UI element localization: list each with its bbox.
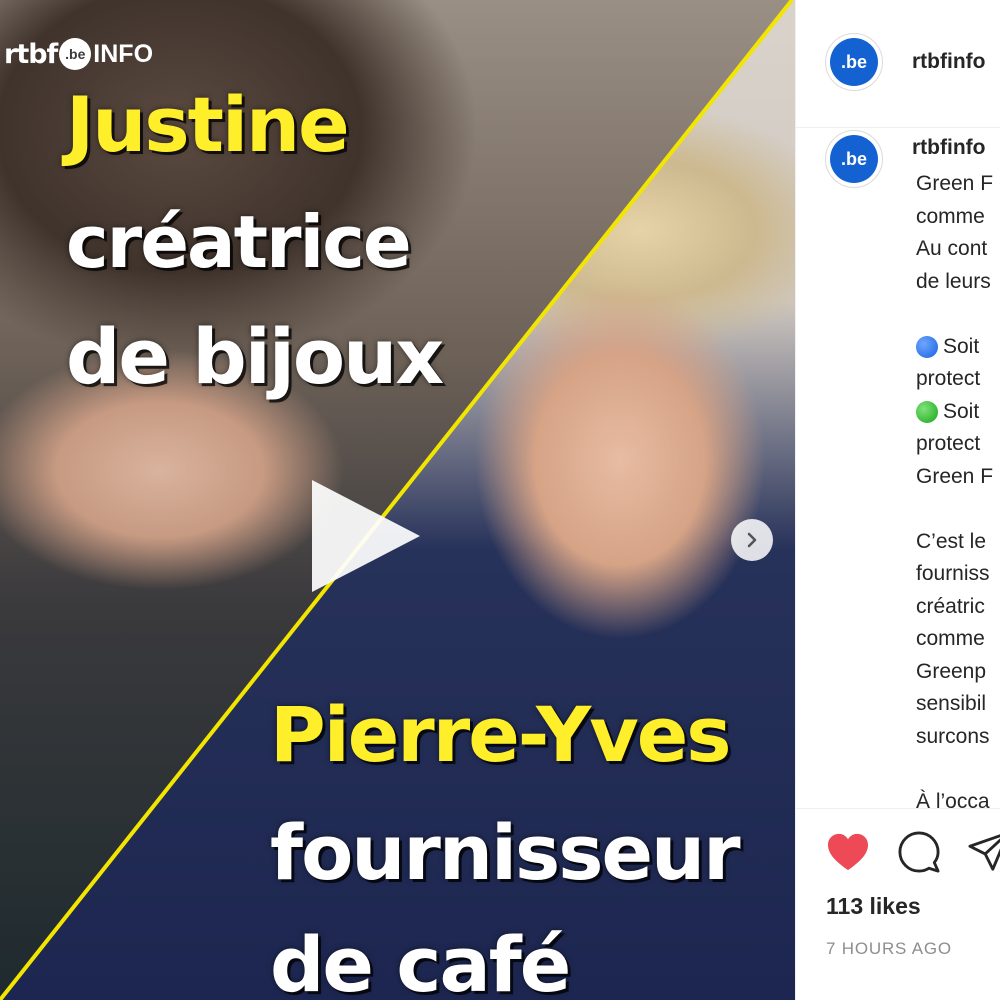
action-icons	[826, 831, 1000, 873]
caption-line: protect	[916, 432, 981, 455]
caption-person1-name: Justine	[66, 80, 350, 169]
caption-line: Soit	[916, 331, 1000, 364]
caption-line: surcons	[916, 724, 990, 748]
blue-circle-icon	[916, 335, 938, 358]
caption-person1-role-line2: de bijoux	[66, 312, 444, 401]
next-slide-button[interactable]	[731, 519, 773, 561]
caption-avatar[interactable]: .be	[825, 130, 883, 188]
play-icon[interactable]	[312, 480, 420, 592]
caption-line: Greenp	[916, 659, 987, 683]
post-media[interactable]: rtbf .be INFO Justine créatrice de bijou…	[0, 0, 795, 1000]
caption-line: Green F	[916, 464, 994, 488]
avatar-badge: .be	[830, 38, 878, 86]
likes-count[interactable]: 113 likes	[826, 893, 921, 920]
caption-person2-role-line1: fournisseur	[270, 808, 741, 897]
caption-person2-role-line2: de café	[270, 920, 571, 1000]
caption-person2-name: Pierre-Yves	[270, 690, 732, 779]
share-icon[interactable]	[968, 831, 1000, 873]
rtbf-info-logo: rtbf .be INFO	[4, 38, 153, 70]
avatar-badge: .be	[830, 135, 878, 183]
caption-line: créatric	[916, 594, 985, 618]
caption-line: Au cont	[916, 237, 988, 260]
post-header: .be rtbfinfo	[796, 0, 1000, 128]
header-username-link[interactable]: rtbfinfo	[912, 50, 985, 74]
comment-icon[interactable]	[898, 831, 940, 873]
caption-line: fourniss	[916, 562, 990, 585]
post-timestamp[interactable]: 7 HOURS AGO	[826, 939, 952, 959]
green-circle-icon	[916, 400, 938, 423]
caption-line: de leurs	[916, 269, 991, 293]
caption-person1-role-line1: créatrice	[66, 200, 412, 284]
logo-rtbf-text: rtbf	[4, 38, 58, 70]
avatar[interactable]: .be	[825, 33, 883, 91]
chevron-right-icon	[747, 532, 757, 548]
post-actions: 113 likes 7 HOURS AGO	[796, 808, 1000, 1000]
caption-line: Green F	[916, 172, 994, 195]
caption-line: protect	[916, 367, 981, 390]
caption-line: comme	[916, 204, 985, 228]
caption-line: C’est le	[916, 529, 987, 553]
post-sidebar: .be rtbfinfo .be rtbfinfo Green F comme …	[795, 0, 1000, 1000]
caption-line: sensibil	[916, 692, 987, 715]
logo-be-badge: .be	[59, 38, 92, 70]
caption-line: Soit	[916, 396, 1000, 429]
caption-text: Green F comme Au cont de leurs Soit prot…	[916, 168, 1000, 818]
heart-icon[interactable]	[826, 832, 870, 872]
caption-line: comme	[916, 627, 985, 650]
logo-info-text: INFO	[93, 39, 154, 68]
caption-username-link[interactable]: rtbfinfo	[912, 136, 985, 160]
